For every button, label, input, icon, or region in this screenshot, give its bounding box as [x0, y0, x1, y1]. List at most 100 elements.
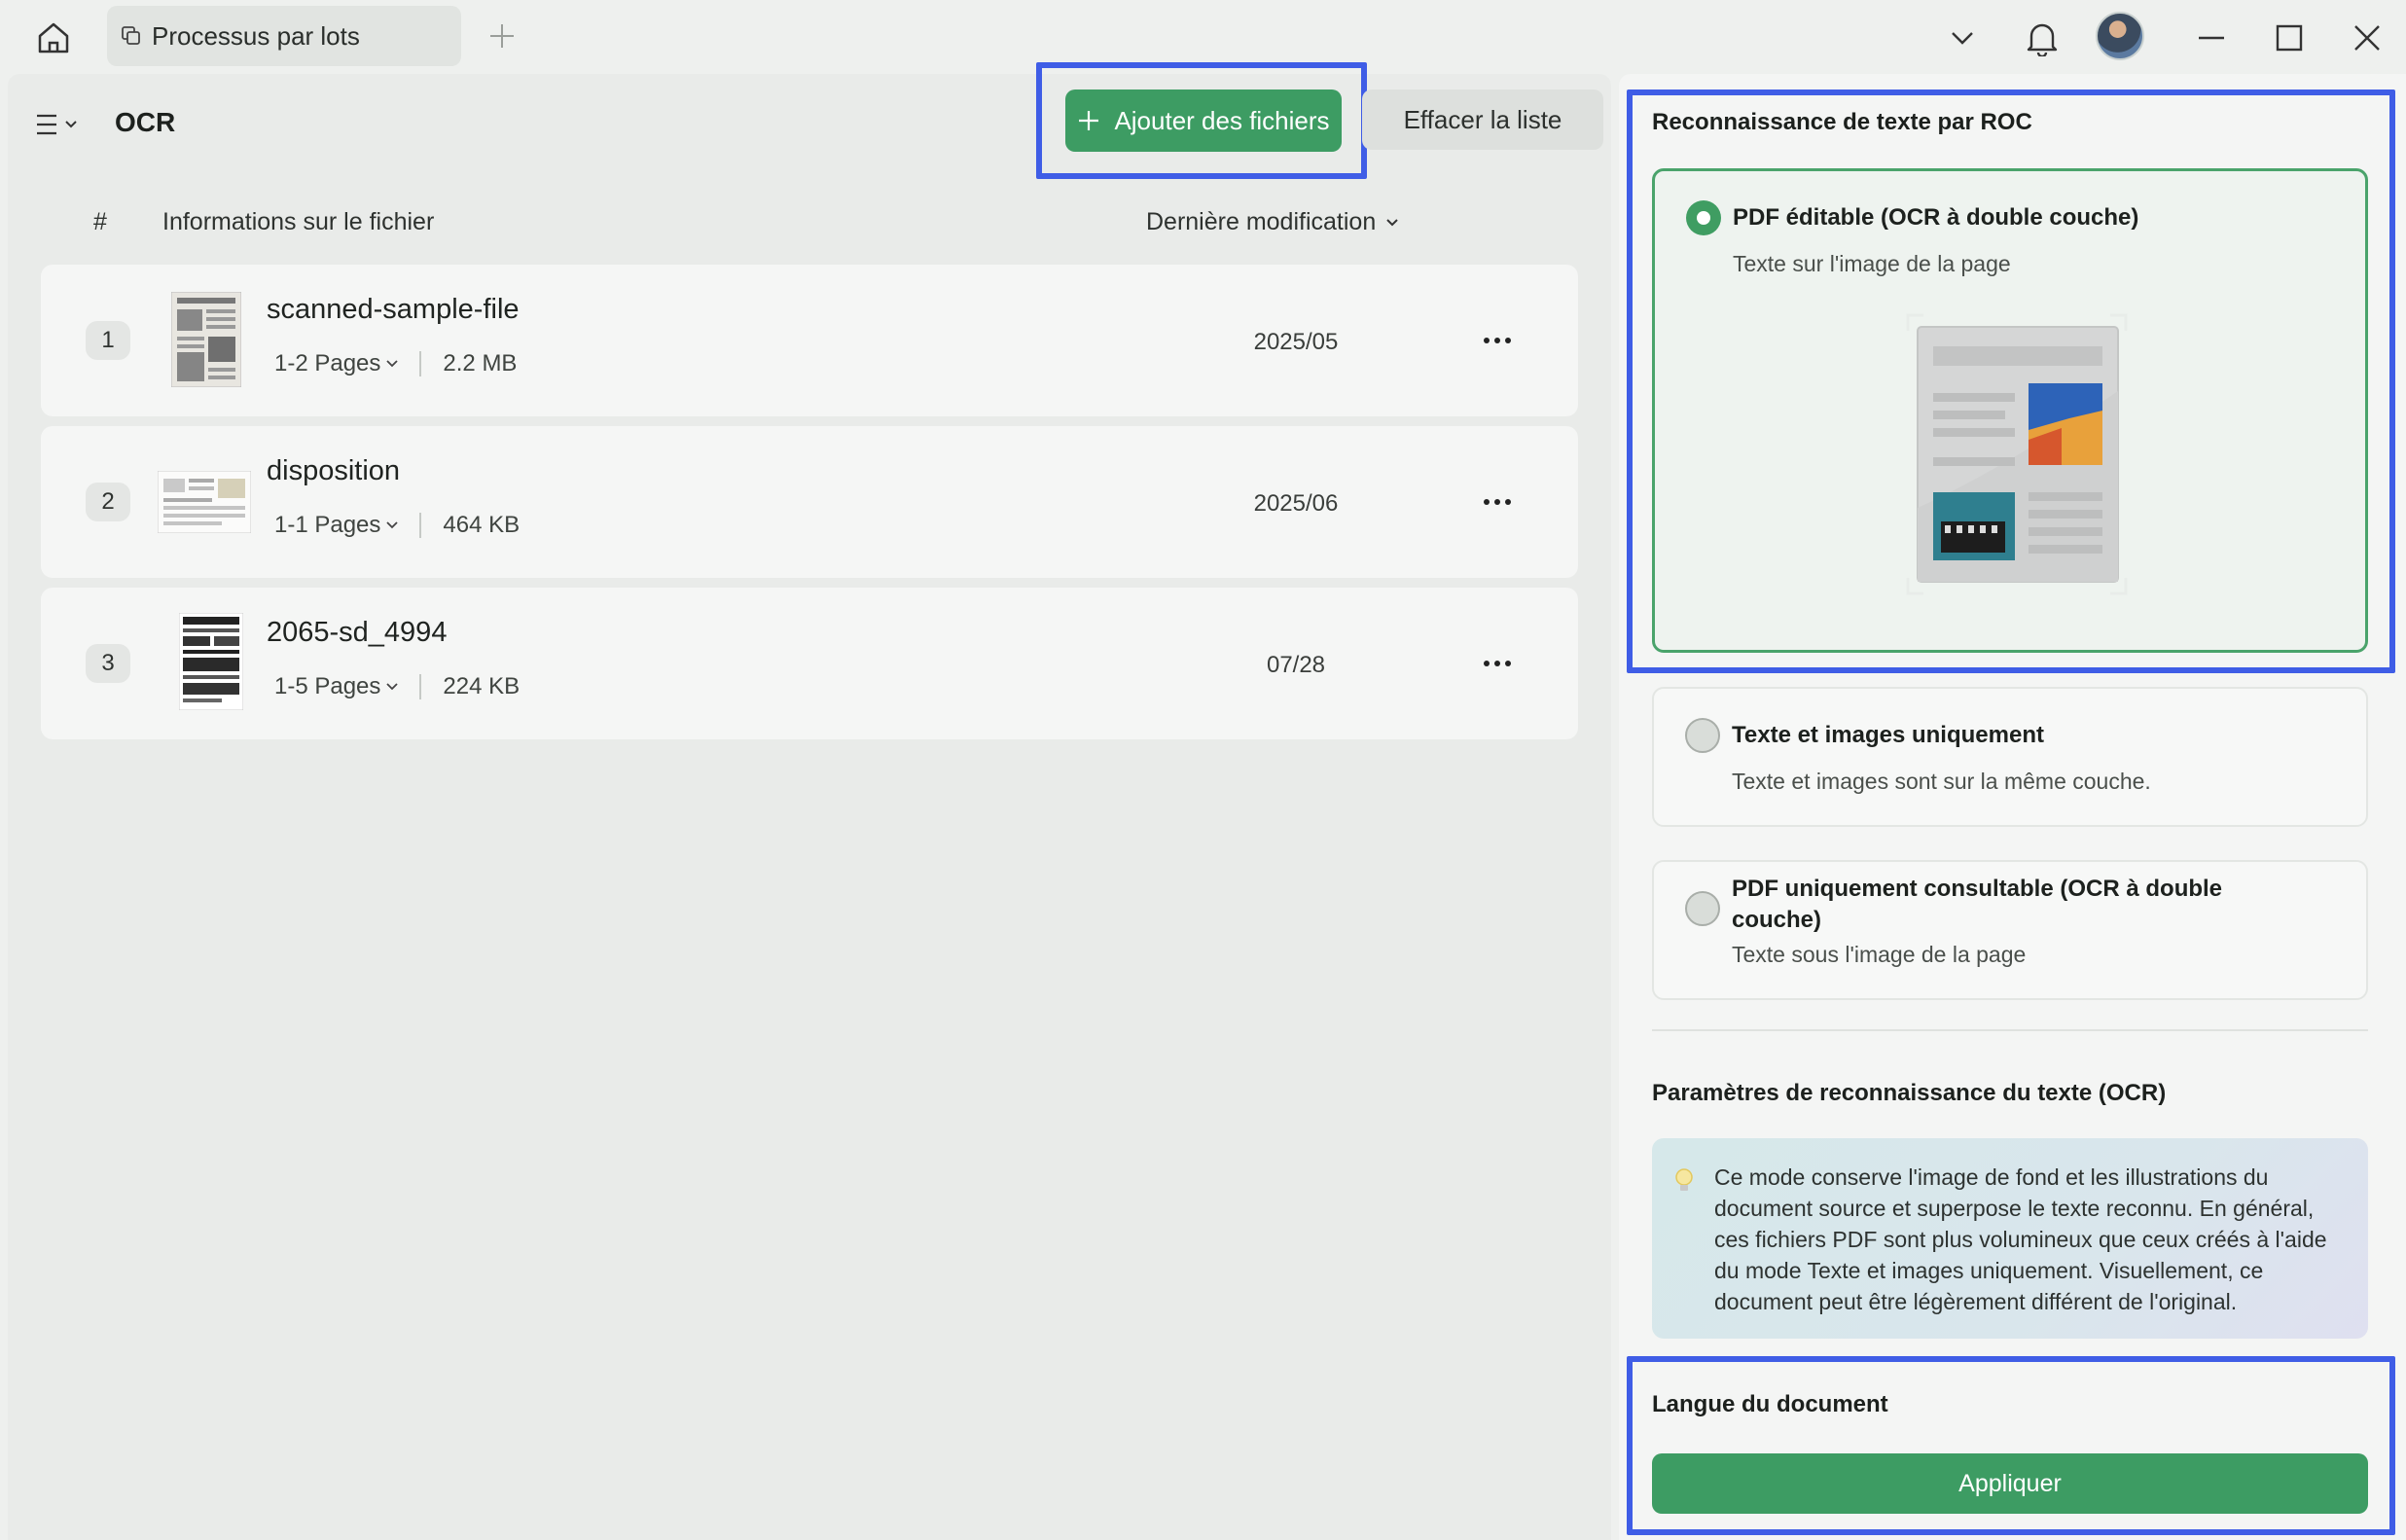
option-editable-pdf[interactable]: PDF éditable (OCR à double couche) Texte… — [1652, 168, 2368, 653]
column-header-index: # — [93, 208, 107, 235]
file-date: 07/28 — [1266, 652, 1326, 678]
more-dot — [1505, 338, 1511, 343]
new-tab-button[interactable] — [483, 14, 521, 58]
file-name: 2065-sd_4994 — [267, 617, 448, 648]
radio-editable-pdf[interactable] — [1686, 200, 1721, 235]
option-title-line1: PDF uniquement consultable (OCR à double — [1732, 876, 2223, 902]
notifications-button[interactable] — [2016, 12, 2068, 64]
file-thumbnail — [171, 292, 241, 387]
file-size: 224 KB — [443, 673, 521, 699]
more-dot — [1484, 661, 1490, 666]
column-header-file-info: Informations sur le fichier — [162, 208, 435, 235]
page-range-label: 1-2 Pages — [274, 350, 381, 376]
option-title: PDF éditable (OCR à double couche) — [1733, 204, 2139, 231]
meta-divider — [419, 351, 422, 376]
file-name: scanned-sample-file — [267, 294, 520, 325]
toolbar: OCR Ajouter des fichiers Effacer la list… — [8, 62, 1611, 179]
home-button[interactable] — [27, 12, 80, 64]
home-icon — [38, 22, 69, 54]
clear-list-button[interactable]: Effacer la liste — [1362, 90, 1603, 150]
document-language-title: Langue du document — [1652, 1391, 1888, 1417]
chevron-down-icon — [386, 360, 399, 368]
close-icon — [2354, 25, 2380, 51]
file-name: disposition — [267, 455, 401, 486]
more-options-button[interactable] — [1473, 644, 1522, 683]
file-meta: 1-5 Pages 224 KB — [274, 673, 520, 700]
minimize-button[interactable] — [2185, 12, 2238, 64]
more-dot — [1505, 499, 1511, 505]
chevron-down-icon — [65, 121, 77, 128]
file-thumbnail — [158, 471, 251, 533]
meta-divider — [419, 513, 422, 538]
divider — [1652, 1029, 2368, 1031]
page-range-label: 1-1 Pages — [274, 512, 381, 538]
more-dot — [1494, 661, 1500, 666]
page-range-dropdown[interactable]: 1-1 Pages — [274, 512, 399, 539]
minimize-icon — [2199, 36, 2224, 40]
file-date: 2025/05 — [1253, 329, 1339, 355]
info-text: Ce mode conserve l'image de fond et les … — [1714, 1164, 2327, 1314]
chevron-down-icon — [386, 683, 399, 691]
option-title: Texte et images uniquement — [1732, 722, 2044, 748]
lightbulb-icon — [1675, 1168, 1693, 1191]
option-text-images-only[interactable]: Texte et images uniquement Texte et imag… — [1652, 687, 2368, 827]
file-meta: 1-1 Pages 464 KB — [274, 512, 520, 539]
row-index: 3 — [86, 644, 130, 683]
bell-icon — [2027, 23, 2058, 56]
more-dot — [1505, 661, 1511, 666]
maximize-icon — [2276, 24, 2303, 52]
option-title-line2: couche) — [1732, 907, 1822, 933]
option-searchable-pdf[interactable]: PDF uniquement consultable (OCR à double… — [1652, 860, 2368, 1000]
page-range-label: 1-5 Pages — [274, 673, 381, 699]
row-index: 2 — [86, 483, 130, 521]
document-layers-illustration — [1906, 313, 2128, 595]
more-dot — [1484, 499, 1490, 505]
ocr-section-title: Reconnaissance de texte par ROC — [1652, 109, 2032, 135]
ocr-settings-panel: Reconnaissance de texte par ROC PDF édit… — [1619, 74, 2406, 1540]
meta-divider — [419, 674, 422, 699]
radio-searchable-pdf[interactable] — [1685, 891, 1720, 926]
more-dot — [1484, 338, 1490, 343]
menu-button[interactable] — [35, 105, 90, 144]
chevron-down-icon — [1952, 32, 1973, 45]
account-dropdown-button[interactable] — [1936, 12, 1989, 64]
column-header-last-modified-label: Dernière modification — [1146, 208, 1377, 235]
option-description: Texte sur l'image de la page — [1733, 251, 2011, 276]
more-dot — [1494, 499, 1500, 505]
file-row[interactable]: 2 disposition 1-1 Pages 464 KB 2025/06 — [41, 426, 1578, 578]
radio-text-images-only[interactable] — [1685, 718, 1720, 753]
more-options-button[interactable] — [1473, 483, 1522, 521]
plus-icon — [1079, 111, 1099, 130]
file-meta: 1-2 Pages 2.2 MB — [274, 350, 517, 377]
info-box: Ce mode conserve l'image de fond et les … — [1652, 1138, 2368, 1339]
add-files-button[interactable]: Ajouter des fichiers — [1065, 90, 1342, 152]
file-size: 464 KB — [443, 512, 521, 538]
column-header-last-modified[interactable]: Dernière modification — [1146, 208, 1399, 236]
tab-label: Processus par lots — [152, 20, 360, 51]
chevron-down-icon — [1386, 218, 1398, 226]
file-date: 2025/06 — [1253, 490, 1339, 517]
close-button[interactable] — [2341, 12, 2393, 64]
maximize-button[interactable] — [2263, 12, 2316, 64]
plus-icon — [490, 24, 514, 48]
page-title: OCR — [115, 107, 176, 137]
page-range-dropdown[interactable]: 1-2 Pages — [274, 350, 399, 377]
file-row[interactable]: 3 2065-sd_4994 1-5 Pages 224 KB 07/28 — [41, 588, 1578, 739]
tab-batch-process[interactable]: Processus par lots — [107, 6, 461, 66]
file-list-panel: OCR Ajouter des fichiers Effacer la list… — [8, 62, 1611, 1540]
apply-button[interactable]: Appliquer — [1652, 1453, 2368, 1514]
file-size: 2.2 MB — [443, 350, 518, 376]
option-description: Texte sous l'image de la page — [1732, 942, 2027, 967]
batch-copy-icon — [122, 26, 140, 45]
page-range-dropdown[interactable]: 1-5 Pages — [274, 673, 399, 700]
file-row[interactable]: 1 scanned-sample-file 1-2 Pages 2.2 MB 2… — [41, 265, 1578, 416]
more-options-button[interactable] — [1473, 321, 1522, 360]
more-dot — [1494, 338, 1500, 343]
file-thumbnail — [179, 613, 243, 710]
row-index: 1 — [86, 321, 130, 360]
add-files-label: Ajouter des fichiers — [1114, 105, 1330, 135]
option-description: Texte et images sont sur la même couche. — [1732, 769, 2151, 794]
chevron-down-icon — [386, 521, 399, 529]
ocr-settings-title: Paramètres de reconnaissance du texte (O… — [1652, 1080, 2167, 1106]
avatar[interactable] — [2096, 12, 2144, 60]
